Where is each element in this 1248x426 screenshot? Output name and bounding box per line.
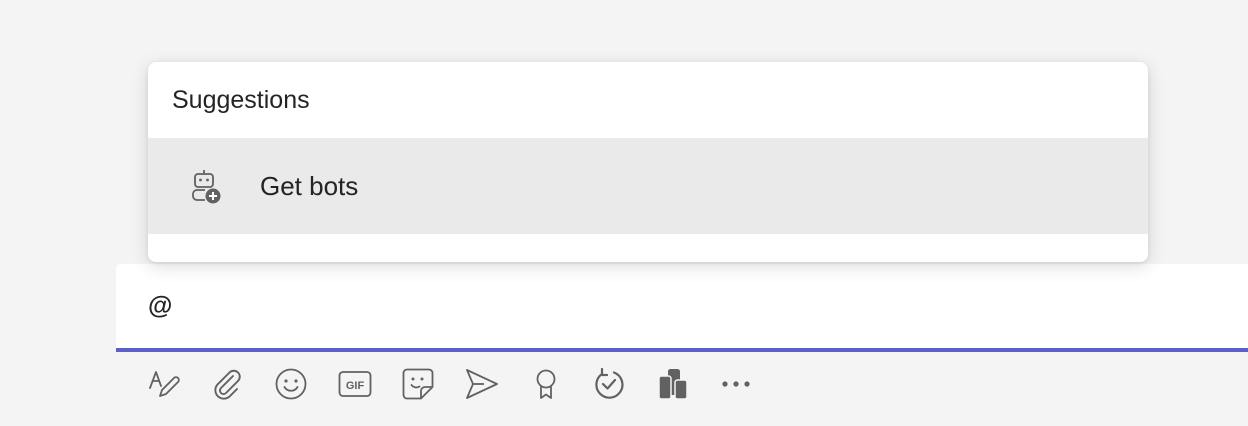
emoji-button[interactable] [267, 362, 315, 406]
chat-compose-area: Suggestions Get bots @ GIF [0, 0, 1248, 426]
attach-button[interactable] [204, 362, 252, 406]
praise-button[interactable] [522, 362, 570, 406]
praise-icon [532, 367, 560, 401]
format-button[interactable] [140, 362, 188, 406]
apps-button[interactable] [649, 362, 697, 406]
gif-icon: GIF [338, 369, 372, 399]
more-options-button[interactable] [712, 362, 760, 406]
suggestions-popup: Suggestions Get bots [148, 62, 1148, 262]
message-compose-box[interactable]: @ [116, 264, 1248, 352]
format-text-icon [146, 366, 182, 402]
bot-add-icon [188, 168, 224, 204]
gif-label: GIF [346, 380, 365, 392]
compose-toolbar: GIF [140, 362, 776, 406]
compose-input-text[interactable]: @ [148, 292, 172, 321]
more-options-icon [720, 379, 752, 389]
suggestions-header: Suggestions [172, 85, 310, 114]
gif-button[interactable]: GIF [331, 362, 379, 406]
loop-button[interactable] [585, 362, 633, 406]
suggestion-label: Get bots [260, 170, 359, 201]
attach-icon [211, 367, 245, 401]
meet-now-icon [464, 367, 500, 401]
sticker-button[interactable] [394, 362, 442, 406]
emoji-icon [274, 367, 308, 401]
loop-icon [592, 367, 626, 401]
sticker-icon [401, 367, 435, 401]
meet-now-button[interactable] [458, 362, 506, 406]
suggestion-get-bots[interactable]: Get bots [148, 138, 1148, 234]
apps-icon [656, 367, 690, 401]
